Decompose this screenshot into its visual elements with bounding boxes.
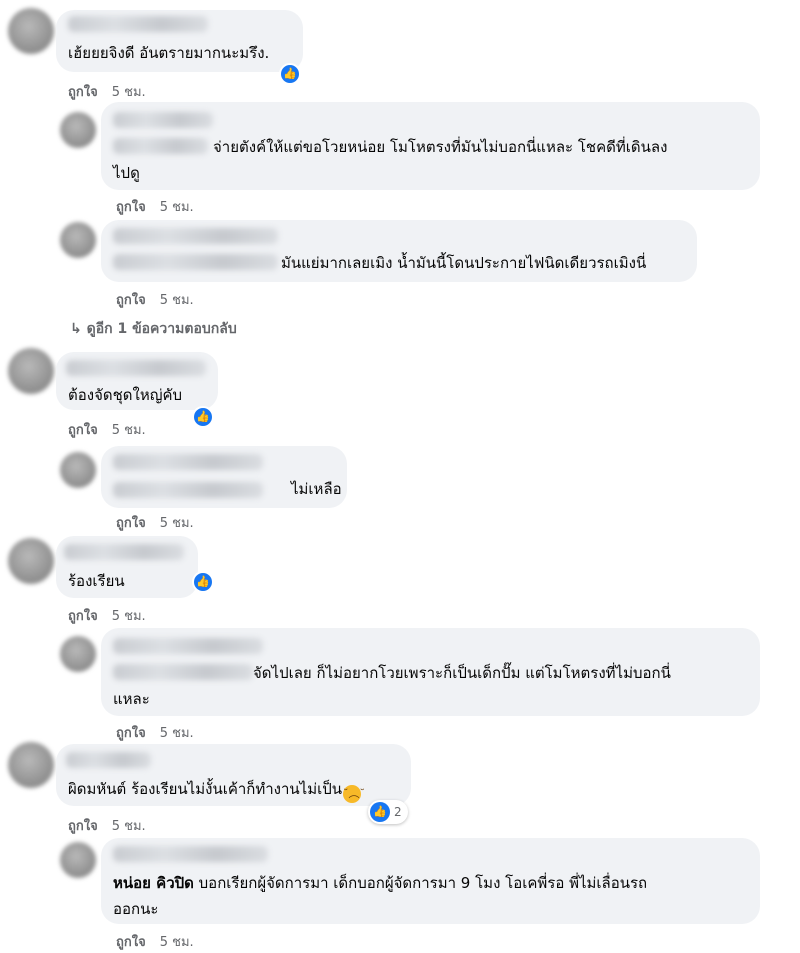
comment-meta: ถูกใจ 5 ชม. <box>68 81 146 102</box>
replier-avatar[interactable] <box>60 636 96 672</box>
reply-meta: ถูกใจ 5 ชม. <box>116 289 194 310</box>
like-button[interactable]: ถูกใจ <box>116 935 146 950</box>
timestamp[interactable]: 5 ชม. <box>112 819 146 834</box>
comment-bubble: ต้องจัดชุดใหญ่คับ <box>56 352 218 410</box>
commenter-avatar[interactable] <box>8 348 54 394</box>
sad-face-icon: ˘︵˘ <box>343 785 365 803</box>
timestamp[interactable]: 5 ชม. <box>160 726 194 741</box>
timestamp[interactable]: 5 ชม. <box>160 200 194 215</box>
comment-meta: ถูกใจ 5 ชม. <box>68 605 146 626</box>
comment-meta: ถูกใจ 5 ชม. <box>68 419 146 440</box>
replier-name[interactable] <box>113 112 213 128</box>
like-button[interactable]: ถูกใจ <box>68 609 98 624</box>
like-button[interactable]: ถูกใจ <box>68 423 98 438</box>
commenter-name[interactable] <box>64 544 184 560</box>
view-more-label: ดูอีก 1 ข้อความตอบกลับ <box>86 321 237 337</box>
reply-bubble: ไม่เหลือ <box>101 446 347 508</box>
reply-text: จ่ายตังค์ให้แต่ขอโวยหน่อย โมโหตรงที่มันไ… <box>213 138 668 156</box>
reply-meta: ถูกใจ 5 ชม. <box>116 196 194 217</box>
reply-bubble: จ่ายตังค์ให้แต่ขอโวยหน่อย โมโหตรงที่มันไ… <box>101 102 760 190</box>
timestamp[interactable]: 5 ชม. <box>112 85 146 100</box>
replier-name[interactable] <box>113 846 268 862</box>
replier-name[interactable] <box>113 454 263 470</box>
commenter-avatar[interactable] <box>8 538 54 584</box>
mentioned-name[interactable] <box>113 138 208 154</box>
reply-bubble: มันแย่มากเลยเมิง น้ำมันนี้โดนประกายไฟนิด… <box>101 220 697 282</box>
view-more-replies-link[interactable]: ↳ ดูอีก 1 ข้อความตอบกลับ <box>70 318 237 340</box>
reaction-count: 2 <box>394 805 402 819</box>
commenter-avatar[interactable] <box>8 8 54 54</box>
reply-text-line2: แหละ <box>113 690 150 708</box>
reaction-summary[interactable]: 👍 2 <box>368 800 408 824</box>
reply-meta: ถูกใจ 5 ชม. <box>116 722 194 743</box>
comment-bubble: ร้องเรียน <box>56 536 198 598</box>
reply-text-line2: ไปดู <box>113 164 140 182</box>
like-button[interactable]: ถูกใจ <box>116 293 146 308</box>
comment-text: ต้องจัดชุดใหญ่คับ <box>68 386 183 404</box>
like-reaction-icon: 👍 <box>370 802 390 822</box>
comment-bubble: เฮ้ยยยจิงดี อันตรายมากนะมรึง. <box>56 10 303 72</box>
reply-arrow-icon: ↳ <box>70 321 82 337</box>
replier-avatar[interactable] <box>60 222 96 258</box>
commenter-name[interactable] <box>66 360 206 376</box>
reply-text: หน่อย คิวปิด บอกเรียกผู้จัดการมา เด็กบอก… <box>113 874 648 892</box>
mentioned-name[interactable] <box>113 254 278 270</box>
like-button[interactable]: ถูกใจ <box>68 819 98 834</box>
reply-text: ไม่เหลือ <box>291 480 342 498</box>
reply-text-line2: ออกนะ <box>113 900 159 918</box>
timestamp[interactable]: 5 ชม. <box>160 293 194 308</box>
timestamp[interactable]: 5 ชม. <box>160 935 194 950</box>
like-button[interactable]: ถูกใจ <box>116 516 146 531</box>
reply-text: จัดไปเลย ก็ไม่อยากโวยเพราะก็เป็นเด็กปั๊ม… <box>253 664 671 682</box>
commenter-avatar[interactable] <box>8 742 54 788</box>
reply-bubble: จัดไปเลย ก็ไม่อยากโวยเพราะก็เป็นเด็กปั๊ม… <box>101 628 760 716</box>
replier-avatar[interactable] <box>60 112 96 148</box>
mentioned-name[interactable] <box>113 482 263 498</box>
timestamp[interactable]: 5 ชม. <box>112 609 146 624</box>
reply-text: มันแย่มากเลยเมิง น้ำมันนี้โดนประกายไฟนิด… <box>281 254 647 272</box>
like-button[interactable]: ถูกใจ <box>68 85 98 100</box>
comment-text: ร้องเรียน <box>68 572 125 590</box>
replier-avatar[interactable] <box>60 452 96 488</box>
like-reaction-icon[interactable]: 👍 <box>192 571 214 593</box>
commenter-name[interactable] <box>68 16 208 32</box>
comment-bubble: ผิดมหันต์ ร้องเรียนไม่งั้นเค้าก็ทำงานไม่… <box>56 744 411 806</box>
comment-text: เฮ้ยยยจิงดี อันตรายมากนะมรึง. <box>68 44 270 62</box>
comment-meta: ถูกใจ 5 ชม. <box>68 815 146 836</box>
like-button[interactable]: ถูกใจ <box>116 726 146 741</box>
like-reaction-icon[interactable]: 👍 <box>279 63 301 85</box>
commenter-name[interactable] <box>66 752 151 768</box>
mentioned-user-link[interactable]: หน่อย คิวปิด <box>113 874 194 892</box>
replier-name[interactable] <box>113 638 263 654</box>
mentioned-name[interactable] <box>113 664 253 680</box>
replier-name[interactable] <box>113 228 278 244</box>
reply-meta: ถูกใจ 5 ชม. <box>116 512 194 533</box>
timestamp[interactable]: 5 ชม. <box>112 423 146 438</box>
timestamp[interactable]: 5 ชม. <box>160 516 194 531</box>
like-reaction-icon[interactable]: 👍 <box>192 406 214 428</box>
replier-avatar[interactable] <box>60 842 96 878</box>
comment-text: ผิดมหันต์ ร้องเรียนไม่งั้นเค้าก็ทำงานไม่… <box>68 776 365 803</box>
like-button[interactable]: ถูกใจ <box>116 200 146 215</box>
reply-meta: ถูกใจ 5 ชม. <box>116 931 194 952</box>
reply-bubble: หน่อย คิวปิด บอกเรียกผู้จัดการมา เด็กบอก… <box>101 838 760 924</box>
